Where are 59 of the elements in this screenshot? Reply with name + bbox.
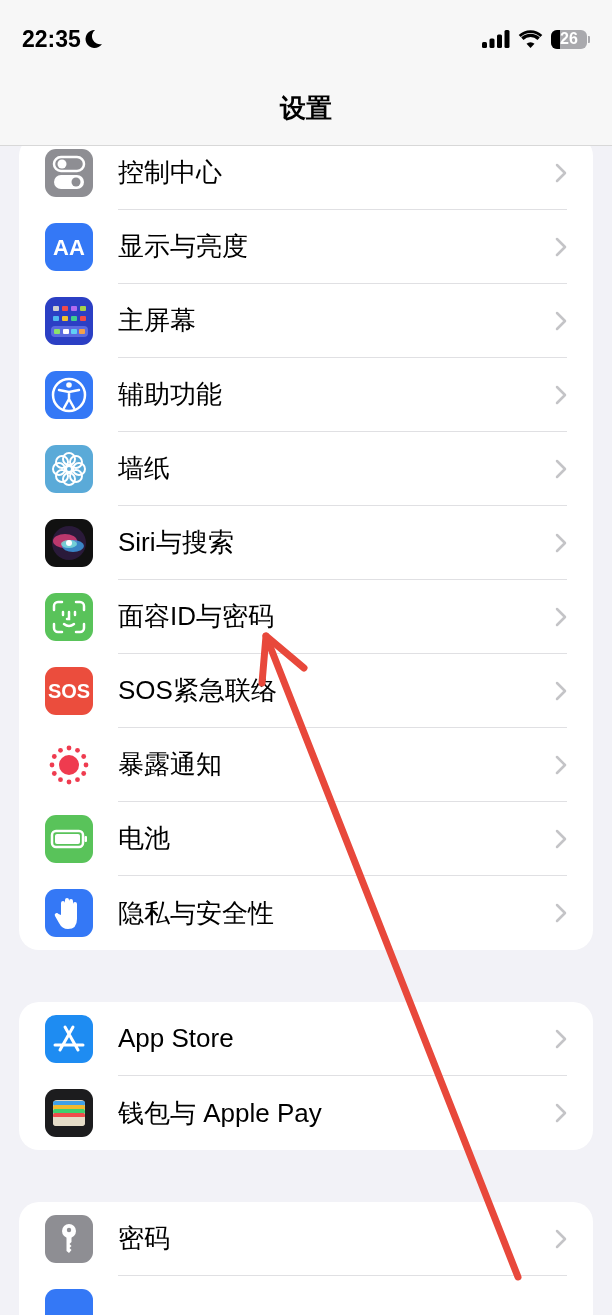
toggles-icon — [45, 149, 93, 197]
row-label: Siri与搜索 — [118, 526, 234, 559]
settings-row[interactable]: 钱包与 Apple Pay — [19, 1076, 593, 1150]
settings-row[interactable]: Siri与搜索 — [19, 506, 593, 580]
moon-icon — [84, 29, 103, 49]
row-label: 电池 — [118, 822, 170, 855]
row-label: 辅助功能 — [118, 378, 222, 411]
settings-row[interactable]: 密码 — [19, 1202, 593, 1276]
settings-row[interactable]: App Store — [19, 1002, 593, 1076]
row-label: 隐私与安全性 — [118, 896, 274, 930]
sos-icon: SOS — [45, 667, 93, 715]
settings-row[interactable]: 电池 — [19, 802, 593, 876]
key-icon — [45, 1215, 93, 1263]
settings-row[interactable]: 暴露通知 — [19, 728, 593, 802]
settings-row[interactable]: 主屏幕 — [19, 284, 593, 358]
chevron-icon — [555, 1103, 567, 1123]
chevron-icon — [555, 384, 567, 405]
row-label: 主屏幕 — [118, 304, 196, 337]
settings-row[interactable]: 辅助功能 — [19, 358, 593, 432]
settings-row[interactable]: 面容ID与密码 — [19, 580, 593, 654]
battery-percent: 26 — [560, 31, 578, 47]
chevron-icon — [555, 532, 567, 553]
chevron-icon — [555, 1028, 567, 1049]
row-label: 控制中心 — [118, 156, 222, 189]
chevron-icon — [555, 310, 567, 331]
row-label: App Store — [118, 1022, 234, 1055]
page-title: 设置 — [280, 92, 332, 125]
app-store-icon — [45, 1015, 93, 1063]
row-label: 钱包与 Apple Pay — [118, 1096, 322, 1130]
chevron-icon — [555, 903, 567, 923]
battery-icon — [45, 815, 93, 863]
hand-icon — [45, 889, 93, 937]
settings-row[interactable]: 控制中心 — [19, 146, 593, 210]
status-time: 22:35 — [22, 24, 81, 54]
chevron-icon — [555, 236, 567, 257]
chevron-icon — [555, 162, 567, 183]
face-scan-icon — [45, 593, 93, 641]
wallet-icon — [45, 1089, 93, 1137]
row-label: 密码 — [118, 1222, 170, 1255]
display-icon: AA — [45, 223, 93, 271]
orb-icon — [45, 519, 93, 567]
row-label: 面容ID与密码 — [118, 600, 274, 633]
signal-icon — [482, 30, 510, 48]
settings-row[interactable]: AA 显示与亮度 — [19, 210, 593, 284]
settings-row[interactable]: 隐私与安全性 — [19, 876, 593, 950]
chevron-icon — [555, 1228, 567, 1249]
chevron-icon — [555, 680, 567, 701]
settings-row[interactable]: 墙纸 — [19, 432, 593, 506]
row-label: 暴露通知 — [118, 748, 222, 781]
chevron-icon — [555, 828, 567, 849]
flower-icon — [45, 445, 93, 493]
chevron-icon — [555, 754, 567, 775]
accessibility-icon — [45, 371, 93, 419]
row-label: 墙纸 — [118, 452, 170, 485]
chevron-icon — [555, 606, 567, 627]
chevron-icon — [555, 458, 567, 479]
row-label: 显示与亮度 — [118, 230, 248, 263]
app-grid-icon — [45, 297, 93, 345]
wifi-icon — [518, 30, 543, 48]
